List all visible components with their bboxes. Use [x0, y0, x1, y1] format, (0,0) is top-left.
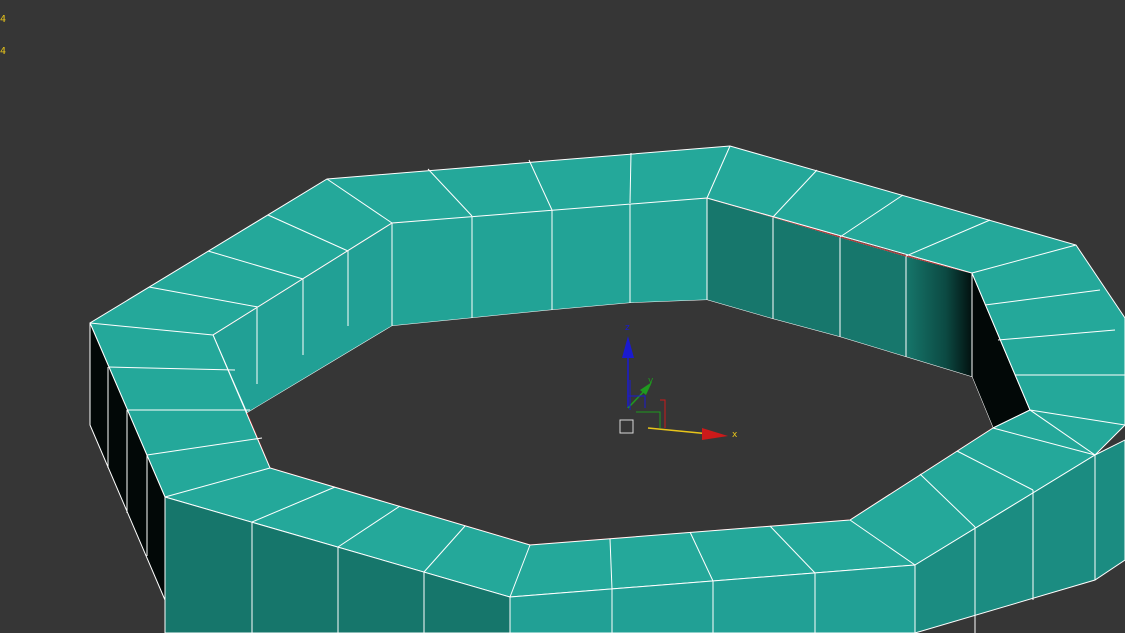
scene-3d: z y x — [89, 145, 1125, 633]
inner-wall-right-shade — [905, 255, 973, 378]
viewport-perspective[interactable]: 6 34 14 — [0, 0, 1125, 633]
x-axis-label: x — [732, 430, 738, 440]
y-axis-label: y — [648, 376, 654, 386]
z-axis-label: z — [625, 323, 630, 333]
